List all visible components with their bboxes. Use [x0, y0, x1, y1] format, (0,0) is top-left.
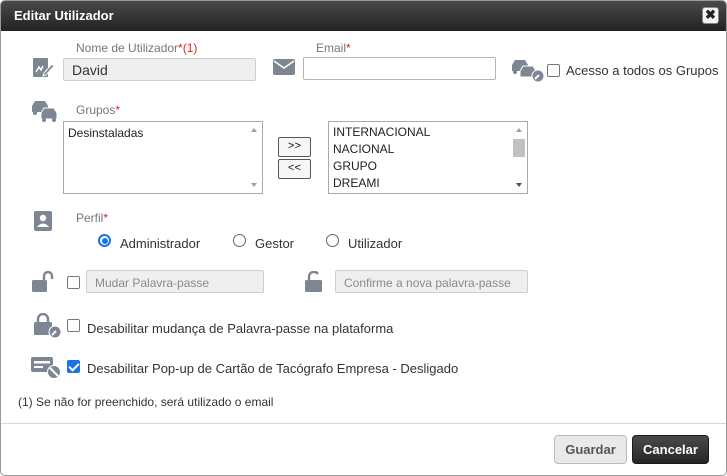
disable-password-change-label: Desabilitar mudança de Palavra-passe na … [87, 321, 394, 336]
username-required-mark: *(1) [178, 41, 198, 55]
profile-option-label: Gestor [255, 236, 295, 251]
unlock-icon [305, 271, 325, 293]
vehicles-icon [31, 101, 59, 123]
scroll-down-arrow-icon[interactable] [251, 183, 257, 187]
add-group-button[interactable]: >> [278, 137, 311, 157]
dialog-titlebar: Editar Utilizador [1, 1, 726, 31]
scroll-thumb[interactable] [513, 139, 525, 157]
assigned-group-item[interactable]: GRUPO [329, 158, 527, 175]
scroll-up-arrow-icon[interactable] [251, 128, 257, 132]
tachograph-card-icon [31, 356, 63, 380]
groups-label-text: Grupos [76, 103, 116, 117]
envelope-icon [273, 59, 295, 75]
change-password-checkbox[interactable] [67, 276, 80, 289]
groups-required-mark: * [115, 103, 121, 117]
dialog-title: Editar Utilizador [14, 8, 114, 23]
available-group-item[interactable]: Desinstaladas [64, 125, 262, 142]
all-groups-checkbox[interactable] [547, 64, 560, 77]
lock-key-icon [33, 313, 63, 339]
profile-required-mark: * [103, 211, 109, 225]
unlock-icon [32, 271, 54, 293]
available-groups-list[interactable]: Desinstaladas [63, 121, 263, 194]
profile-label: Perfil* [76, 211, 108, 225]
disable-popup-checkbox[interactable] [67, 360, 80, 373]
all-groups-label: Acesso a todos os Grupos [566, 63, 719, 78]
disable-password-change-checkbox[interactable] [67, 319, 80, 332]
scroll-up-arrow-icon[interactable] [516, 128, 522, 132]
remove-group-button[interactable]: << [278, 159, 311, 179]
email-field[interactable] [303, 57, 496, 80]
profile-radio-gestor[interactable] [233, 234, 246, 247]
profile-option-label: Utilizador [348, 236, 403, 251]
assigned-groups-list[interactable]: INTERNACIONAL NACIONAL GRUPO DREAMI [328, 121, 528, 194]
email-label: Email* [316, 41, 351, 55]
scroll-down-arrow-icon[interactable] [516, 183, 522, 187]
profile-label-text: Perfil [76, 211, 104, 225]
save-button[interactable]: Guardar [554, 435, 627, 464]
user-edit-icon [31, 56, 55, 80]
footnote: (1) Se não for preenchido, será utilizad… [18, 395, 274, 409]
confirm-password-field[interactable] [335, 270, 528, 293]
assigned-group-item[interactable]: INTERNACIONAL [329, 124, 527, 141]
profile-radio-administrador[interactable] [98, 234, 111, 247]
available-groups-scrollbar[interactable] [246, 122, 262, 193]
email-label-text: Email [316, 41, 347, 55]
cancel-button[interactable]: Cancelar [632, 435, 709, 464]
email-required-mark: * [346, 41, 351, 55]
edit-user-dialog: Editar Utilizador ✖ Nome de Utilizador*(… [0, 0, 727, 476]
profile-card-icon [34, 211, 52, 231]
close-button[interactable]: ✖ [702, 7, 719, 24]
username-label: Nome de Utilizador*(1) [76, 41, 197, 55]
vehicles-key-icon [510, 59, 546, 83]
footer-divider [1, 423, 726, 424]
change-password-field[interactable] [86, 270, 264, 293]
assigned-groups-scrollbar[interactable] [511, 122, 527, 193]
profile-option-label: Administrador [120, 236, 201, 251]
username-field[interactable] [63, 58, 256, 81]
disable-popup-label: Desabilitar Pop-up de Cartão de Tacógraf… [87, 361, 459, 376]
assigned-group-item[interactable]: NACIONAL [329, 141, 527, 158]
username-label-text: Nome de Utilizador [76, 41, 179, 55]
profile-radio-utilizador[interactable] [326, 234, 339, 247]
assigned-group-item[interactable]: DREAMI [329, 175, 527, 192]
groups-label: Grupos* [76, 103, 120, 117]
